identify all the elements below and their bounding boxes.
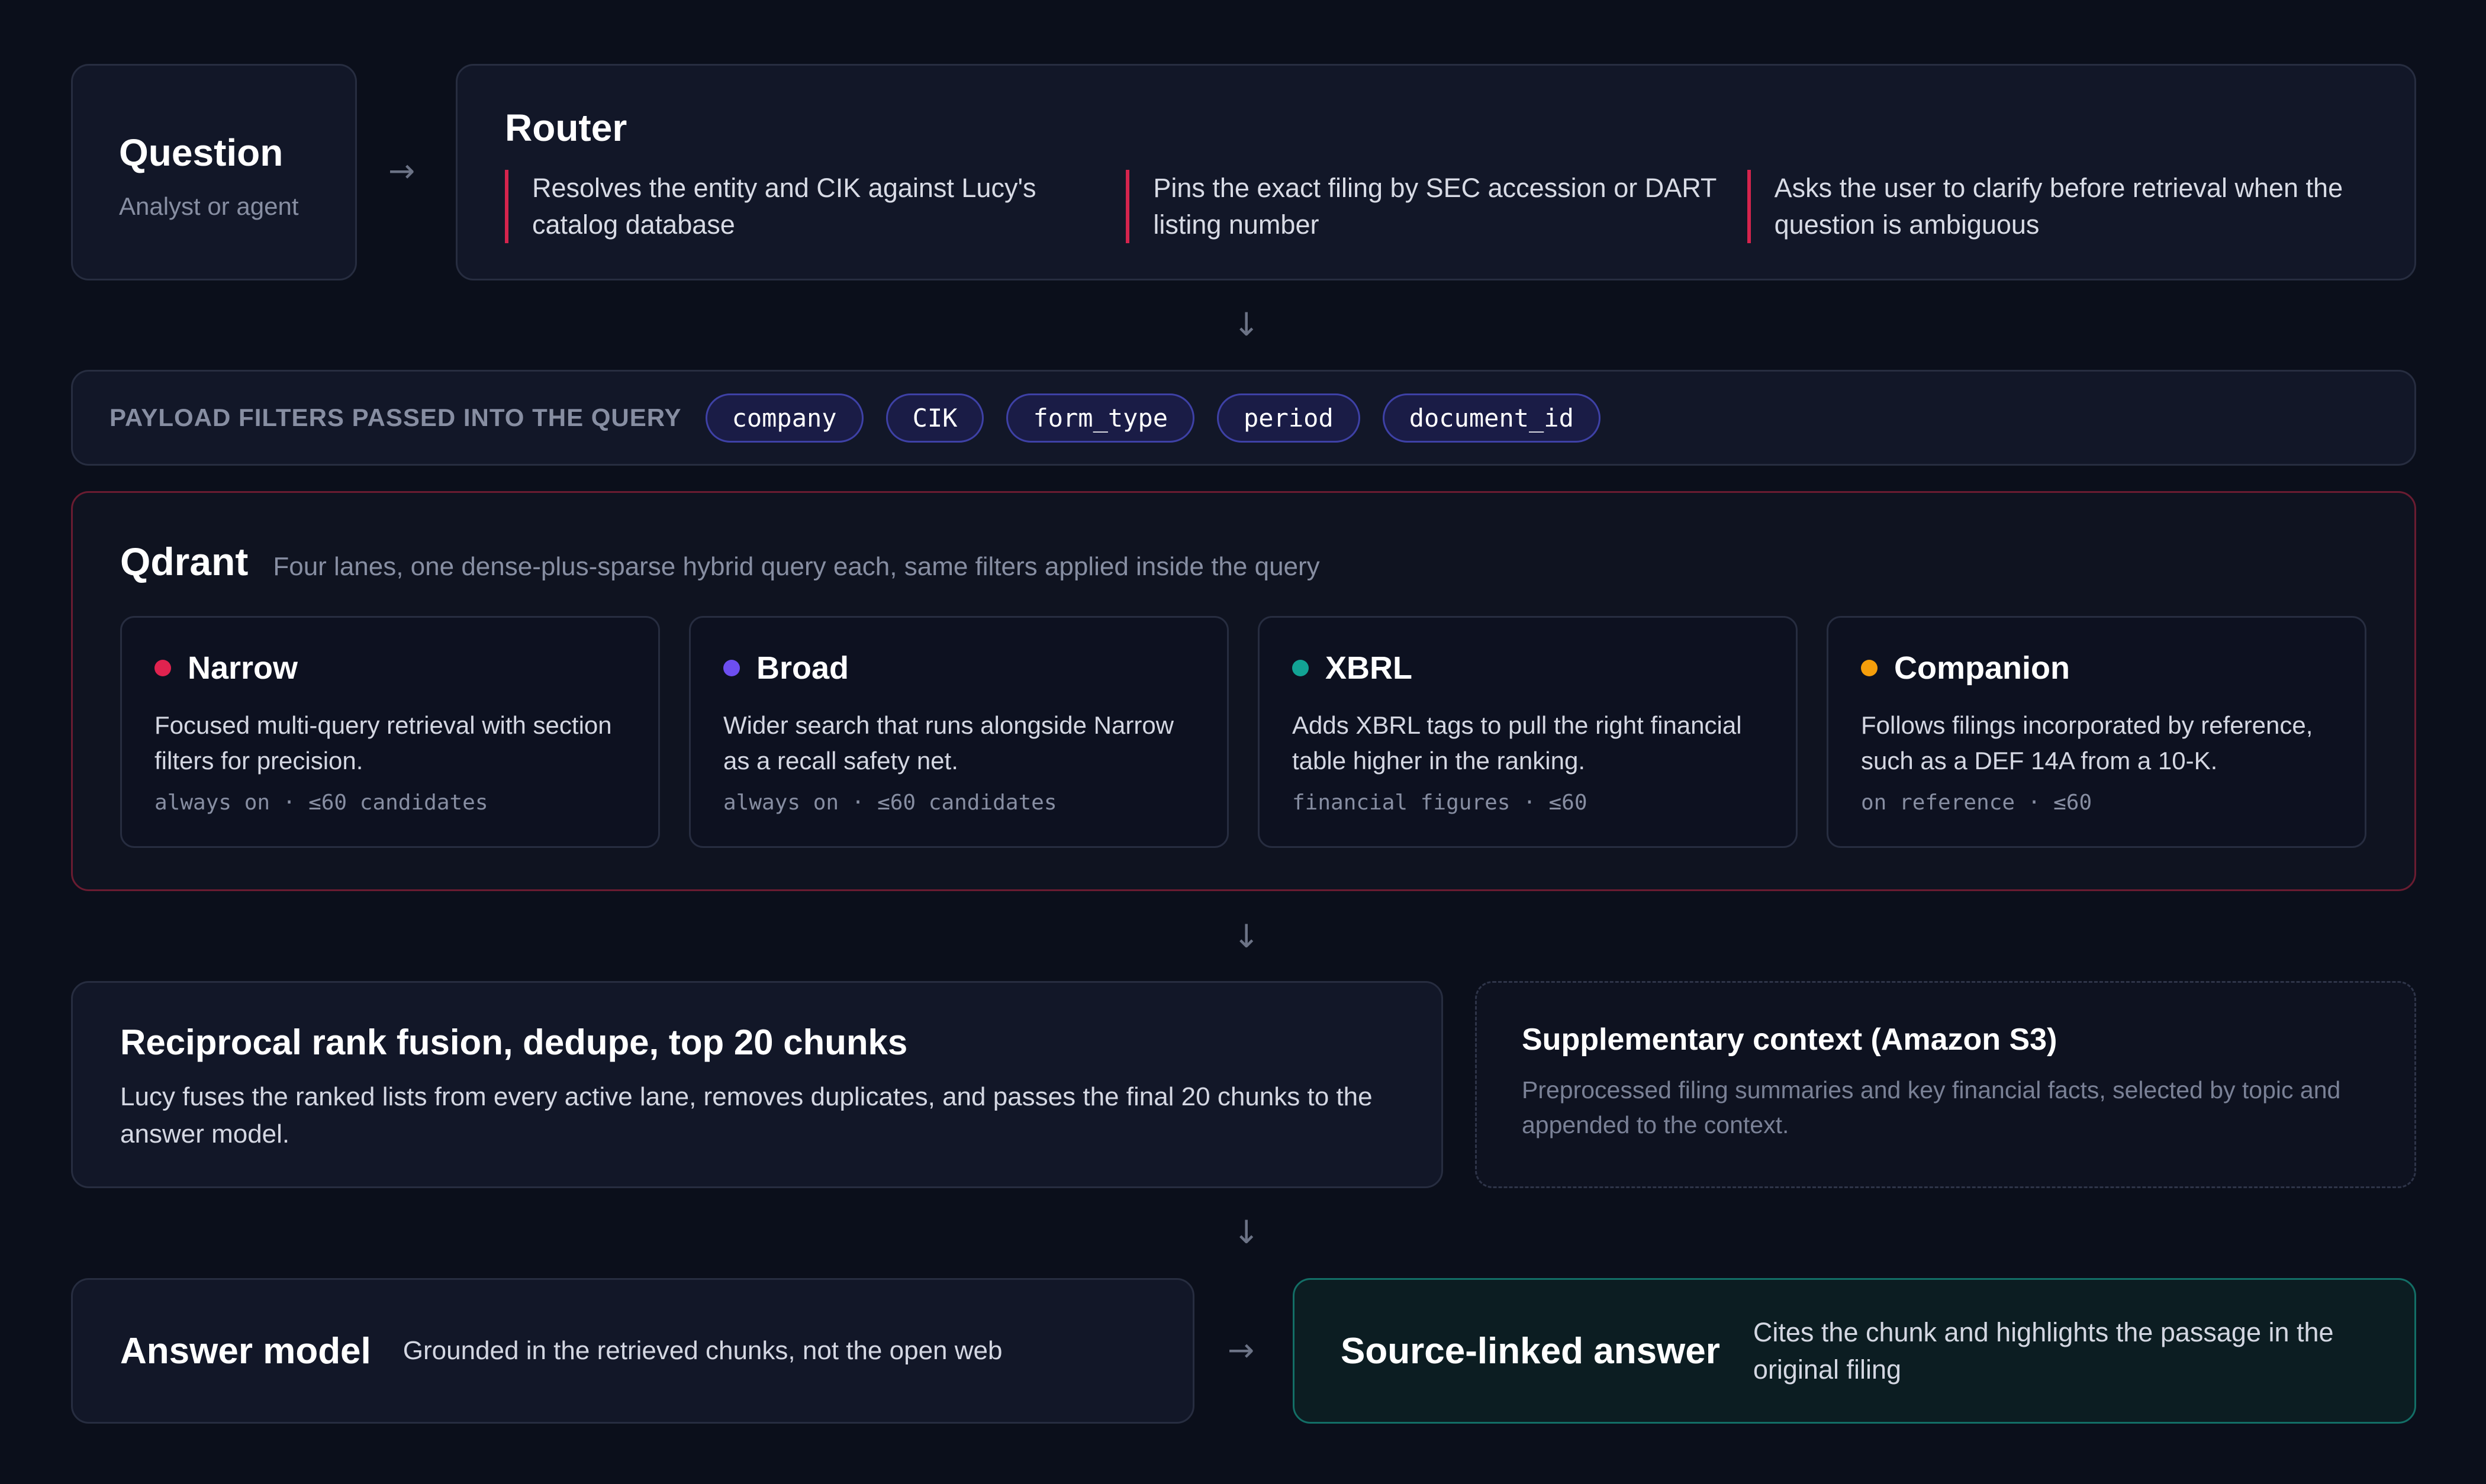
lane-dot-icon — [723, 660, 740, 676]
router-title: Router — [505, 107, 627, 149]
filter-chip-period: period — [1217, 393, 1360, 443]
router-item: Asks the user to clarify before retrieva… — [1747, 170, 2368, 243]
fusion-title: Reciprocal rank fusion, dedupe, top 20 c… — [120, 1022, 908, 1062]
answer-model-node: Answer model Grounded in the retrieved c… — [71, 1278, 1194, 1424]
supplementary-description: Preprocessed filing summaries and key fi… — [1522, 1076, 2341, 1138]
supplementary-title: Supplementary context (Amazon S3) — [1522, 1022, 2057, 1057]
arrow-right-icon: → — [1228, 1331, 1255, 1369]
filter-chip-cik: CIK — [885, 393, 984, 443]
question-title: Question — [119, 131, 284, 174]
lane-description: Wider search that runs alongside Narrow … — [723, 711, 1174, 775]
fusion-description: Lucy fuses the ranked lists from every a… — [120, 1082, 1373, 1149]
router-node: Router Resolves the entity and CIK again… — [456, 64, 2416, 280]
arrow-down-icon: ↓ — [1233, 1214, 1260, 1251]
qdrant-subtitle: Four lanes, one dense-plus-sparse hybrid… — [273, 552, 1320, 581]
answer-model-subtitle: Grounded in the retrieved chunks, not th… — [402, 1336, 1003, 1365]
lane-meta: on reference · ≤60 — [1861, 791, 2092, 815]
lane-narrow: Narrow Focused multi-query retrieval wit… — [120, 616, 660, 848]
lane-xbrl: XBRL Adds XBRL tags to pull the right fi… — [1258, 616, 1798, 848]
question-subtitle: Analyst or agent — [119, 192, 299, 220]
payload-filters-bar: PAYLOAD FILTERS PASSED INTO THE QUERY co… — [71, 370, 2416, 466]
answer-model-title: Answer model — [120, 1330, 371, 1372]
lane-broad: Broad Wider search that runs alongside N… — [689, 616, 1229, 848]
arrow-down-icon: ↓ — [1233, 918, 1260, 955]
lane-dot-icon — [154, 660, 171, 676]
lane-dot-icon — [1292, 660, 1309, 676]
lane-title: Broad — [756, 650, 849, 686]
qdrant-title: Qdrant — [120, 540, 249, 583]
lane-description: Adds XBRL tags to pull the right financi… — [1292, 711, 1742, 775]
supplementary-context-node: Supplementary context (Amazon S3) Prepro… — [1475, 981, 2416, 1188]
lane-meta: financial figures · ≤60 — [1292, 791, 1587, 815]
source-answer-subtitle: Cites the chunk and highlights the passa… — [1753, 1317, 2334, 1385]
router-item: Resolves the entity and CIK against Lucy… — [505, 170, 1126, 243]
filter-chip-company: company — [705, 393, 864, 443]
arrow-right-icon: → — [388, 152, 416, 189]
lane-dot-icon — [1861, 660, 1878, 676]
source-linked-answer-node: Source-linked answer Cites the chunk and… — [1293, 1278, 2416, 1424]
payload-label: PAYLOAD FILTERS PASSED INTO THE QUERY — [110, 404, 682, 431]
arrow-down-icon: ↓ — [1233, 306, 1260, 343]
lane-meta: always on · ≤60 candidates — [154, 791, 488, 815]
fusion-node: Reciprocal rank fusion, dedupe, top 20 c… — [71, 981, 1443, 1188]
lane-meta: always on · ≤60 candidates — [723, 791, 1057, 815]
qdrant-header: Qdrant Four lanes, one dense-plus-sparse… — [120, 539, 1320, 584]
lane-title: XBRL — [1325, 650, 1412, 686]
lane-description: Follows filings incorporated by referenc… — [1861, 711, 2313, 775]
lane-title: Narrow — [188, 650, 298, 686]
router-item: Pins the exact filing by SEC accession o… — [1126, 170, 1747, 243]
filter-chip-form-type: form_type — [1006, 393, 1195, 443]
source-answer-title: Source-linked answer — [1341, 1330, 1720, 1372]
lane-companion: Companion Follows filings incorporated b… — [1827, 616, 2366, 848]
question-node: Question Analyst or agent — [71, 64, 357, 280]
filter-chip-document-id: document_id — [1382, 393, 1601, 443]
qdrant-node: Qdrant Four lanes, one dense-plus-sparse… — [71, 491, 2416, 891]
lane-description: Focused multi-query retrieval with secti… — [154, 711, 612, 775]
lane-title: Companion — [1894, 650, 2070, 686]
router-items: Resolves the entity and CIK against Lucy… — [505, 170, 2368, 243]
